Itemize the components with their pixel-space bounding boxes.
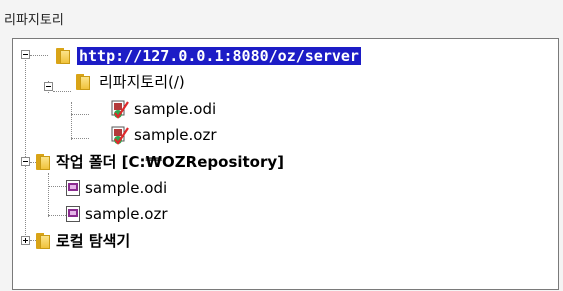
file-label[interactable]: sample.ozr (134, 126, 217, 144)
panel-header: 리파지토리 (0, 0, 563, 38)
tree-node-file[interactable]: sample.ozr (13, 119, 333, 145)
tree-node-repository[interactable]: 리파지토리(/) (13, 69, 333, 93)
file-label[interactable]: sample.odi (85, 179, 167, 197)
checked-document-icon (111, 126, 129, 145)
collapse-toggle[interactable] (21, 50, 30, 59)
server-url-label[interactable]: http://127.0.0.1:8080/oz/server (77, 47, 361, 65)
file-label[interactable]: sample.odi (134, 100, 216, 118)
file-label[interactable]: sample.ozr (85, 205, 168, 223)
folder-icon (36, 233, 50, 249)
repository-label[interactable]: 리파지토리(/) (99, 73, 185, 91)
expand-toggle[interactable] (21, 236, 30, 245)
tree-node-server[interactable]: http://127.0.0.1:8080/oz/server (13, 45, 433, 69)
document-icon (66, 206, 80, 222)
tree-node-file[interactable]: sample.odi (13, 95, 333, 119)
tree-node-local-explorer[interactable]: 로컬 탐색기 (13, 229, 333, 253)
tree-node-file[interactable]: sample.odi (13, 175, 333, 199)
checked-document-icon (111, 100, 129, 119)
folder-icon (56, 48, 70, 64)
collapse-toggle[interactable] (21, 157, 30, 166)
local-explorer-label[interactable]: 로컬 탐색기 (56, 232, 130, 250)
tree-node-file[interactable]: sample.ozr (13, 201, 333, 225)
collapse-toggle[interactable] (44, 82, 53, 91)
panel-title: 리파지토리 (4, 13, 64, 28)
repository-tree[interactable]: http://127.0.0.1:8080/oz/server 리파지토리(/)… (12, 38, 559, 290)
folder-icon (76, 74, 90, 90)
work-folder-label[interactable]: 작업 폴더 [C:₩OZRepository] (56, 153, 284, 171)
document-icon (66, 180, 80, 196)
tree-node-work-folder[interactable]: 작업 폴더 [C:₩OZRepository] (13, 147, 433, 171)
folder-icon (36, 154, 50, 170)
